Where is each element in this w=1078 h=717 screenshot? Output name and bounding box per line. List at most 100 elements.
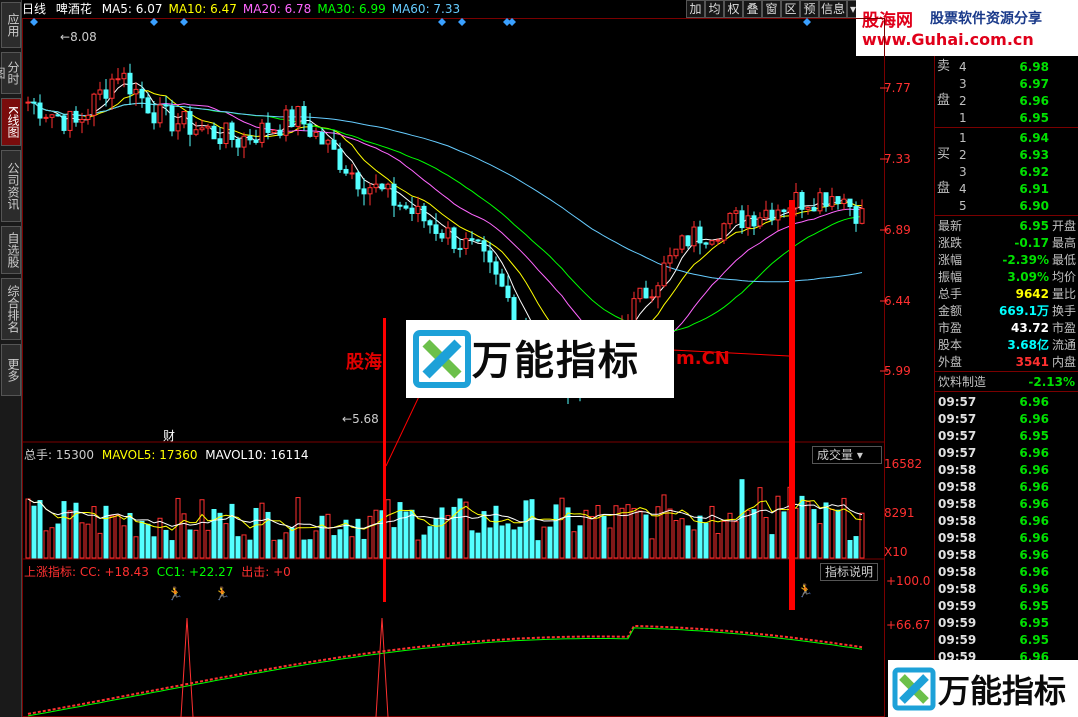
- tick-row[interactable]: 09:58 6.96: [935, 529, 1078, 547]
- volume-bar: [691, 529, 697, 559]
- tick-row[interactable]: 09:59 6.95: [935, 614, 1078, 632]
- stat-row[interactable]: 股本 3.68亿 流通: [935, 336, 1078, 354]
- period-label[interactable]: 日线: [22, 2, 46, 16]
- volume-bar: [505, 523, 511, 559]
- bid-row[interactable]: 买 2 6.93: [935, 146, 1078, 164]
- toolbar-button-4[interactable]: 窗: [762, 0, 781, 18]
- volume-bar: [307, 539, 313, 559]
- event-diamond-icon[interactable]: [803, 18, 811, 26]
- stat-row[interactable]: 金额 669.1万 换手: [935, 302, 1078, 320]
- ask-row[interactable]: 1 6.95: [935, 109, 1078, 127]
- candle-body: [85, 114, 91, 120]
- price-tick-3: 6.44: [884, 294, 911, 308]
- toolbar-button-0[interactable]: 加: [686, 0, 705, 18]
- event-diamond-icon[interactable]: [508, 18, 516, 26]
- tick-row[interactable]: 09:57 6.96: [935, 393, 1078, 411]
- tick-row[interactable]: 09:59 6.95: [935, 597, 1078, 615]
- stat-value: 3541: [1015, 355, 1049, 369]
- toolbar-button-3[interactable]: 叠: [743, 0, 762, 18]
- bid-row[interactable]: 5 6.90: [935, 197, 1078, 215]
- side-tab-4[interactable]: 自选股: [1, 226, 21, 274]
- ask-row[interactable]: 3 6.97: [935, 75, 1078, 93]
- toolbar-button-6[interactable]: 预: [800, 0, 819, 18]
- stat-row[interactable]: 涨幅 -2.39% 最低: [935, 251, 1078, 269]
- watermark-center: 万能指标: [406, 320, 674, 398]
- volume-tick-mid: 8291: [884, 506, 915, 520]
- candle-body: [823, 192, 829, 207]
- event-diamond-icon[interactable]: [30, 18, 38, 26]
- toolbar-button-7[interactable]: 信息: [819, 0, 847, 18]
- sector-row[interactable]: 饮料制造 -2.13%: [935, 373, 1078, 391]
- candle-body: [673, 248, 679, 257]
- candle-body: [445, 227, 451, 239]
- ask-row[interactable]: 卖 4 6.98: [935, 58, 1078, 76]
- tick-row[interactable]: 09:57 6.96: [935, 444, 1078, 462]
- bid-row[interactable]: 3 6.92: [935, 163, 1078, 181]
- side-tab-0[interactable]: 应用: [1, 2, 21, 48]
- stat-row[interactable]: 涨跌 -0.17 最高: [935, 234, 1078, 252]
- toolbar-button-5[interactable]: 区: [781, 0, 800, 18]
- volume-bar: [769, 534, 775, 559]
- tick-row[interactable]: 09:57 6.95: [935, 427, 1078, 445]
- volume-dropdown[interactable]: 成交量 ▾: [812, 446, 882, 464]
- tick-price: 6.96: [1019, 446, 1049, 460]
- volume-bar: [739, 479, 745, 559]
- stat-row[interactable]: 振幅 3.09% 均价: [935, 268, 1078, 286]
- tick-row[interactable]: 09:57 6.96: [935, 410, 1078, 428]
- candle-body: [127, 72, 133, 95]
- volume-bar: [817, 523, 823, 559]
- indicator-help-button[interactable]: 指标说明: [820, 563, 879, 581]
- event-diamond-icon[interactable]: [180, 18, 188, 26]
- toolbar-button-1[interactable]: 均: [705, 0, 724, 18]
- candle-body: [133, 88, 139, 95]
- stat-row[interactable]: 最新 6.95 开盘: [935, 217, 1078, 235]
- volume-bar: [115, 514, 121, 559]
- toolbar-button-2[interactable]: 权: [724, 0, 743, 18]
- stat-row[interactable]: 市盈 43.72 市盈: [935, 319, 1078, 337]
- bid-row[interactable]: 1 6.94: [935, 129, 1078, 147]
- stat-label: 振幅: [938, 270, 963, 284]
- tick-time: 09:59: [938, 633, 977, 647]
- event-diamond-icon[interactable]: [438, 18, 446, 26]
- chart-toolbar: 加均权叠窗区预信息 ▾: [686, 0, 859, 18]
- cc-line: [27, 624, 863, 715]
- side-tab-3[interactable]: 公司资讯: [1, 150, 21, 222]
- candle-body: [211, 125, 217, 140]
- tick-row[interactable]: 09:58 6.96: [935, 512, 1078, 530]
- stat-label-right: 换手: [1052, 304, 1077, 318]
- tick-row[interactable]: 09:58 6.96: [935, 580, 1078, 598]
- ask-row[interactable]: 盘 2 6.96: [935, 92, 1078, 110]
- tick-row[interactable]: 09:58 6.96: [935, 546, 1078, 564]
- side-tab-2[interactable]: K线图: [1, 98, 21, 146]
- candle-body: [67, 110, 73, 131]
- stat-label: 总手: [938, 287, 963, 301]
- tick-row[interactable]: 09:58 6.96: [935, 495, 1078, 513]
- runner-icon: 🏃: [797, 583, 813, 599]
- volume-bar: [811, 509, 817, 559]
- signal-spike: [180, 617, 194, 717]
- candle-body: [709, 240, 715, 245]
- candle-body: [841, 198, 847, 205]
- volume-bar: [427, 526, 433, 559]
- tick-row[interactable]: 09:58 6.96: [935, 478, 1078, 496]
- tick-row[interactable]: 09:59 6.95: [935, 631, 1078, 649]
- volume-bar: [487, 527, 493, 559]
- candle-body: [31, 101, 37, 104]
- candle-body: [169, 105, 175, 132]
- tick-row[interactable]: 09:58 6.96: [935, 563, 1078, 581]
- price-tick-4: 5.99: [884, 364, 911, 378]
- side-tab-6[interactable]: 更多: [1, 344, 21, 396]
- volume-bar: [241, 534, 247, 559]
- candle-body: [775, 209, 781, 221]
- financial-marker[interactable]: 财: [163, 427, 175, 444]
- stat-row[interactable]: 总手 9642 量比: [935, 285, 1078, 303]
- side-tab-1[interactable]: 分时图: [0, 52, 21, 94]
- side-tab-5[interactable]: 综合排名: [1, 278, 21, 340]
- candle-body: [289, 109, 295, 127]
- event-diamond-icon[interactable]: [458, 18, 466, 26]
- event-diamond-icon[interactable]: [150, 18, 158, 26]
- tick-row[interactable]: 09:58 6.96: [935, 461, 1078, 479]
- bid-row[interactable]: 盘 4 6.91: [935, 180, 1078, 198]
- volume-bar: [559, 497, 565, 559]
- stat-row[interactable]: 外盘 3541 内盘: [935, 353, 1078, 371]
